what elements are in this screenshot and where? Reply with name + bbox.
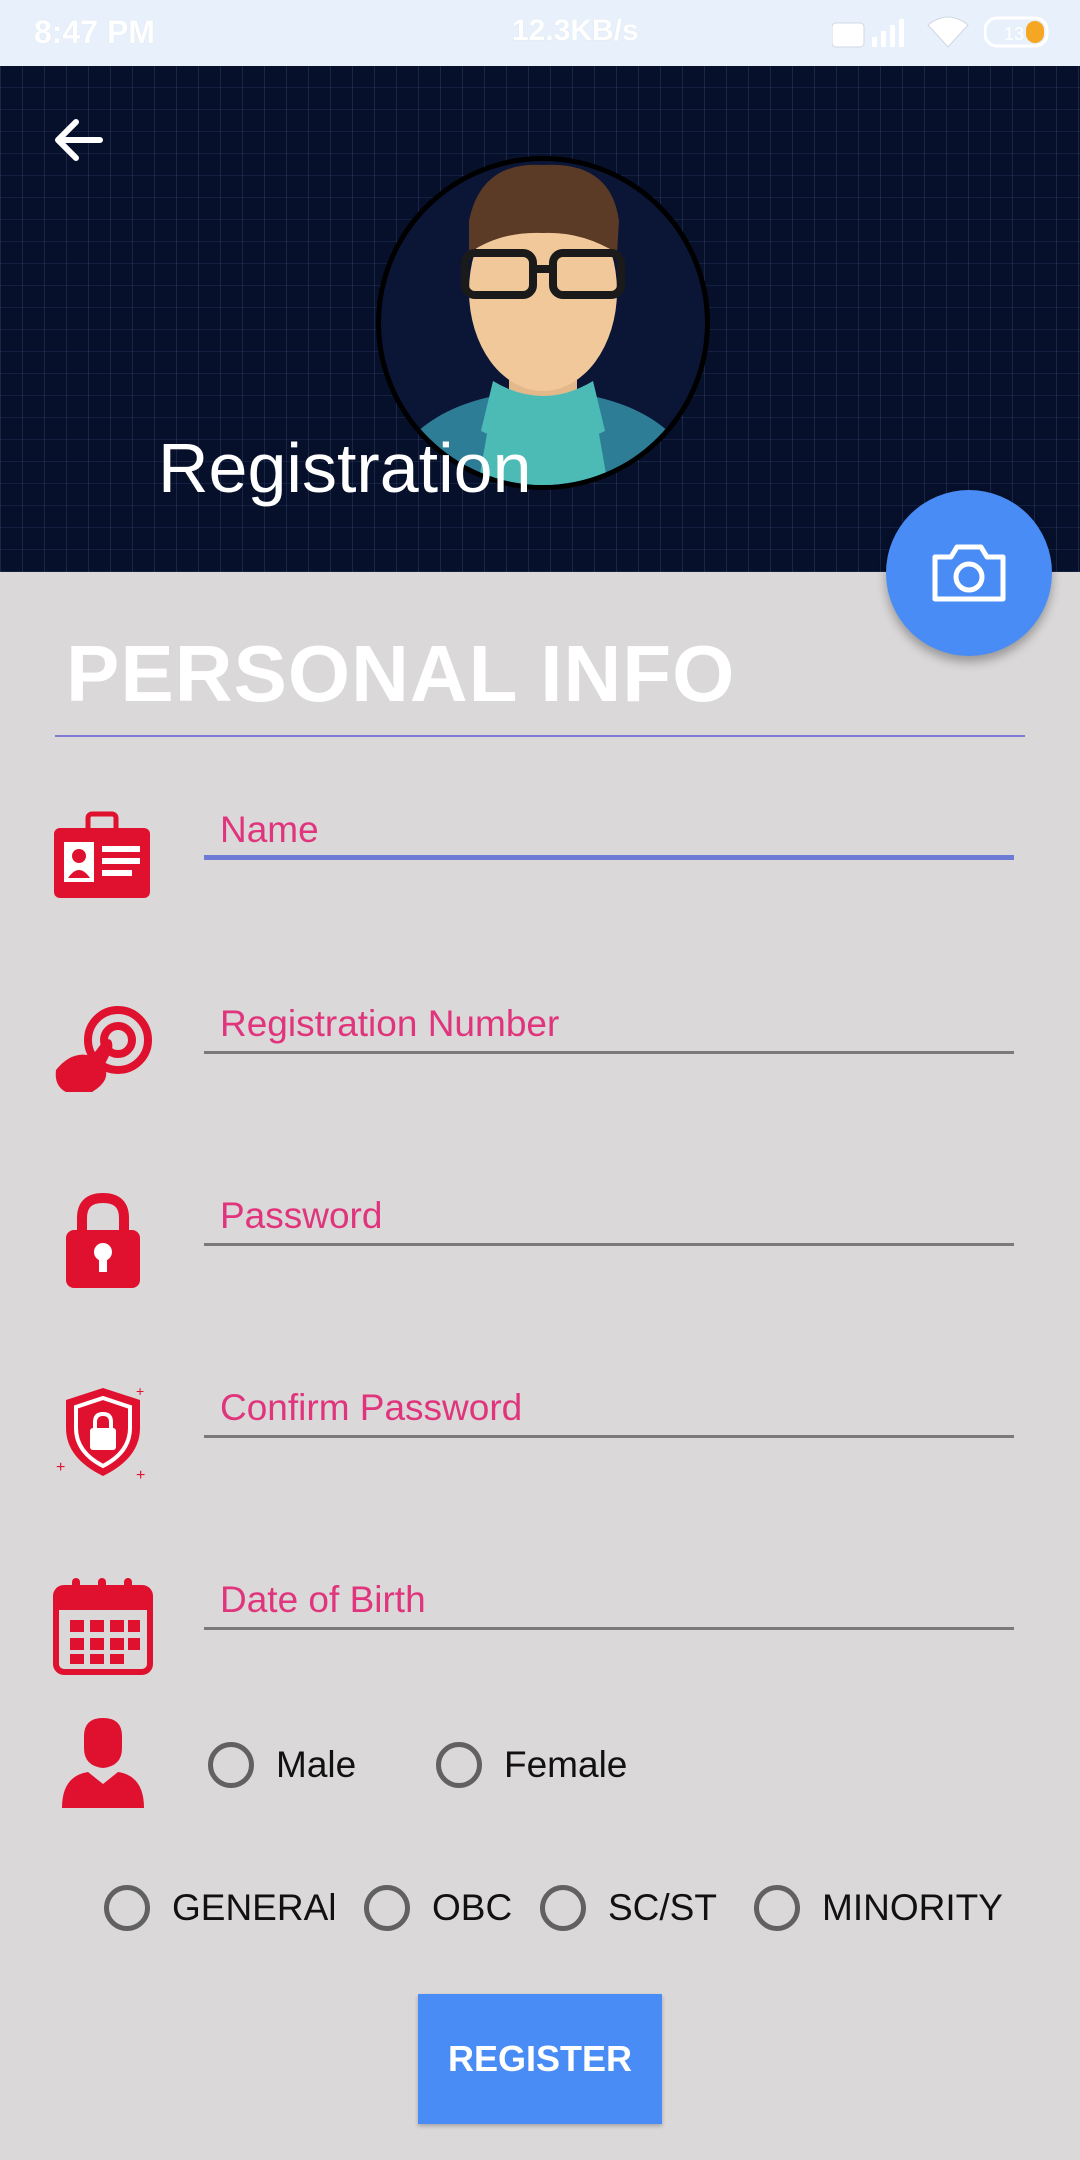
radio-circle[interactable] <box>208 1742 254 1788</box>
name-field[interactable]: Name <box>204 800 1014 860</box>
category-general-label: GENERAl <box>172 1887 337 1928</box>
status-icons: 13 <box>832 14 1054 50</box>
page-title: Registration <box>158 429 532 507</box>
calendar-icon <box>53 1578 153 1675</box>
svg-text:+: + <box>136 1467 145 1484</box>
status-bar: 8:47 PM 12.3KB/s 13 <box>0 0 1080 66</box>
status-time: 8:47 PM <box>34 14 155 50</box>
radio-circle[interactable] <box>754 1885 800 1931</box>
register-button[interactable]: REGISTER <box>418 1994 662 2124</box>
radio-circle[interactable] <box>540 1885 586 1931</box>
gender-female-radio[interactable]: Female <box>436 1742 627 1788</box>
category-obc-label: OBC <box>432 1887 513 1928</box>
date-of-birth-field[interactable]: Date of Birth <box>204 1570 1014 1630</box>
gender-male-label: Male <box>276 1744 357 1785</box>
section-divider <box>55 735 1025 737</box>
gender-female-label: Female <box>504 1744 628 1785</box>
radio-circle[interactable] <box>436 1742 482 1788</box>
person-icon <box>62 1718 144 1808</box>
radio-circle[interactable] <box>364 1885 410 1931</box>
fingerprint-touch-icon <box>55 1006 152 1092</box>
gender-male-radio[interactable]: Male <box>208 1742 356 1788</box>
password-field[interactable]: Password <box>204 1186 1014 1246</box>
signal-icon <box>832 19 904 48</box>
battery-icon: 13 <box>984 16 1049 48</box>
status-network-speed: 12.3KB/s <box>512 14 639 47</box>
lock-icon <box>66 1192 140 1288</box>
back-arrow-icon[interactable] <box>48 110 108 170</box>
category-scst-label: SC/ST <box>608 1887 717 1928</box>
category-minority-label: MINORITY <box>822 1887 1003 1928</box>
section-title: PERSONAL INFO <box>66 629 736 718</box>
shield-lock-icon: + + + <box>56 1383 145 1484</box>
camera-button[interactable] <box>886 490 1052 656</box>
svg-text:+: + <box>56 1459 65 1476</box>
id-card-icon <box>54 811 150 898</box>
category-minority-radio[interactable]: MINORITY <box>754 1885 1003 1931</box>
svg-text:+: + <box>136 1383 144 1399</box>
category-general-radio[interactable]: GENERAl <box>104 1885 336 1931</box>
wifi-icon <box>927 16 969 48</box>
registration-number-field[interactable]: Registration Number <box>204 994 1014 1054</box>
confirm-password-field[interactable]: Confirm Password <box>204 1378 1014 1438</box>
category-scst-radio[interactable]: SC/ST <box>540 1885 717 1931</box>
radio-circle[interactable] <box>104 1885 150 1931</box>
camera-icon <box>932 544 1006 602</box>
battery-level: 13 <box>1004 24 1024 44</box>
category-obc-radio[interactable]: OBC <box>364 1885 512 1931</box>
